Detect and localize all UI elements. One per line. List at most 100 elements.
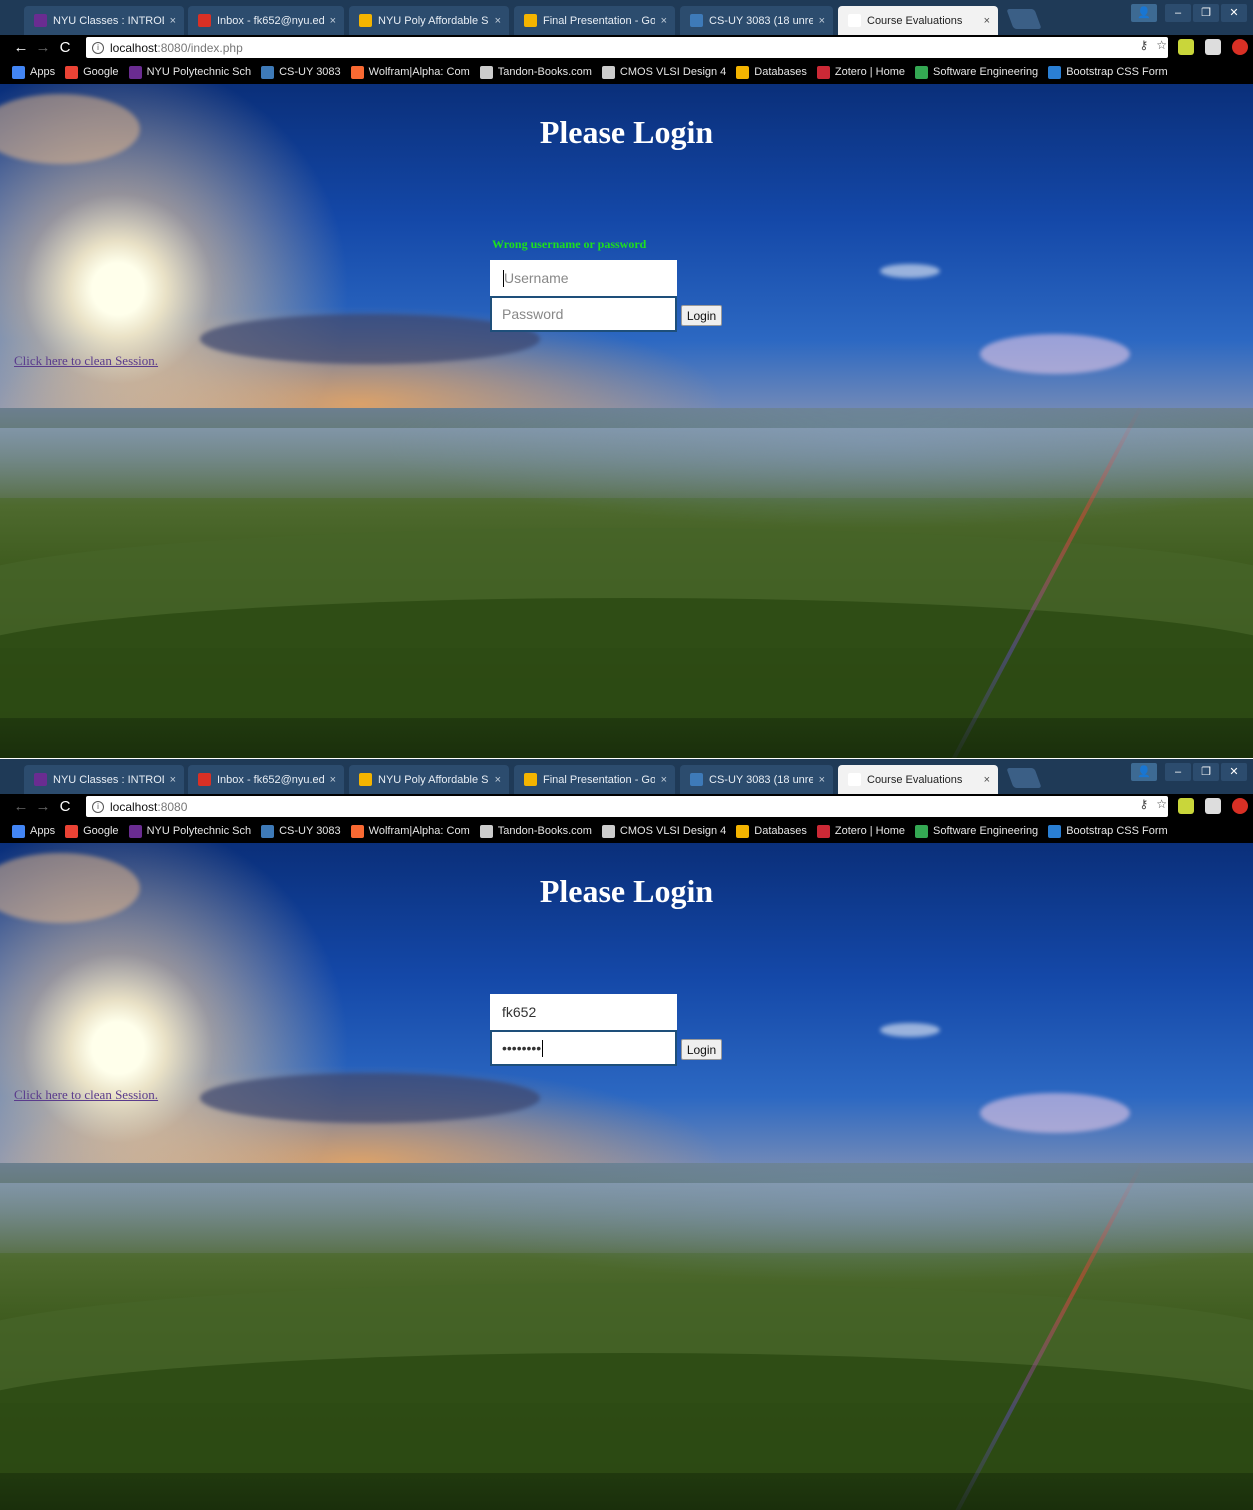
extension-icon[interactable] (1232, 798, 1248, 814)
info-icon[interactable]: i (92, 41, 104, 54)
bookmark-item[interactable]: CMOS VLSI Design 4 (601, 65, 726, 79)
key-icon[interactable]: ⚷ (1139, 38, 1148, 52)
browser-tab[interactable]: NYU Classes : INTRODUC × (24, 6, 184, 35)
restore-button[interactable]: ❐ (1193, 4, 1219, 22)
tab-close-icon[interactable]: × (984, 774, 990, 786)
browser-tab[interactable]: Inbox - fk652@nyu.edu × (188, 765, 344, 794)
extension-icon[interactable] (1178, 798, 1194, 814)
bookmark-item[interactable]: Google (65, 65, 119, 79)
new-tab-button[interactable] (1006, 768, 1042, 788)
drive-icon (359, 773, 372, 786)
browser-tab[interactable]: Final Presentation - Goo × (514, 765, 675, 794)
bookmark-item[interactable]: Databases (736, 824, 807, 838)
extension-icon[interactable] (1205, 798, 1221, 814)
bookmark-item[interactable]: Tandon-Books.com (479, 824, 592, 838)
star-icon[interactable]: ☆ (1156, 797, 1167, 811)
browser-tab[interactable]: NYU Poly Affordable Sus × (349, 765, 509, 794)
browser-tab[interactable]: Course Evaluations × (838, 765, 998, 794)
browser-tab[interactable]: NYU Classes : INTRODUC × (24, 765, 184, 794)
bookmark-item[interactable]: CMOS VLSI Design 4 (601, 824, 726, 838)
bookmark-label: Databases (754, 66, 807, 78)
minimize-button[interactable]: – (1165, 763, 1191, 781)
bookmark-item[interactable]: Bootstrap CSS Form (1048, 65, 1168, 79)
bookmark-item[interactable]: Tandon-Books.com (479, 65, 592, 79)
bookmark-item[interactable]: Apps (12, 65, 55, 79)
bookmark-item[interactable]: Google (65, 824, 119, 838)
page-icon (848, 773, 861, 786)
username-field[interactable]: fk652 (490, 994, 677, 1030)
extension-icon[interactable] (1178, 39, 1194, 55)
new-tab-button[interactable] (1006, 9, 1042, 29)
browser-tab[interactable]: CS-UY 3083 (18 unread) × (680, 765, 833, 794)
tab-close-icon[interactable]: × (661, 15, 667, 27)
clean-session-link[interactable]: Click here to clean Session. (14, 1087, 158, 1103)
bookmark-item[interactable]: CS-UY 3083 (261, 824, 341, 838)
bookmark-label: Wolfram|Alpha: Com (368, 66, 470, 78)
url-path: :8080/index.php (157, 40, 243, 55)
bookmark-label: NYU Polytechnic Sch (146, 66, 252, 78)
bookmark-item[interactable]: NYU Polytechnic Sch (128, 824, 251, 838)
back-icon[interactable]: ← (10, 39, 32, 56)
extension-icon[interactable] (1205, 39, 1221, 55)
browser-tab[interactable]: Course Evaluations × (838, 6, 998, 35)
tab-close-icon[interactable]: × (984, 15, 990, 27)
error-message: Wrong username or password (492, 237, 647, 251)
tab-title: Course Evaluations (867, 14, 963, 27)
tab-close-icon[interactable]: × (819, 15, 825, 27)
close-window-button[interactable]: ✕ (1221, 763, 1247, 781)
tab-close-icon[interactable]: × (819, 774, 825, 786)
password-field[interactable]: Password (490, 296, 677, 332)
extension-icon[interactable] (1232, 39, 1248, 55)
tab-close-icon[interactable]: × (330, 15, 336, 27)
reload-icon[interactable]: C (54, 798, 76, 815)
wolfram-icon (350, 824, 364, 838)
bookmark-item[interactable]: Databases (736, 65, 807, 79)
reload-icon[interactable]: C (54, 39, 76, 56)
gmail-icon (198, 773, 211, 786)
profile-icon[interactable]: 👤 (1131, 763, 1157, 781)
tab-close-icon[interactable]: × (170, 774, 176, 786)
info-icon[interactable]: i (92, 800, 104, 813)
tab-close-icon[interactable]: × (330, 774, 336, 786)
star-icon[interactable]: ☆ (1156, 38, 1167, 52)
bookmark-item[interactable]: Software Engineering (915, 824, 1038, 838)
tab-close-icon[interactable]: × (170, 15, 176, 27)
tab-close-icon[interactable]: × (661, 774, 667, 786)
bookmark-item[interactable]: Software Engineering (915, 65, 1038, 79)
forward-icon[interactable]: → (32, 798, 54, 815)
browser-toolbar: ← → C i localhost:8080/index.php ⚷ ☆ (0, 35, 1253, 60)
tab-close-icon[interactable]: × (495, 774, 501, 786)
key-icon[interactable]: ⚷ (1139, 797, 1148, 811)
bookmark-item[interactable]: Bootstrap CSS Form (1048, 824, 1168, 838)
bookmark-label: Bootstrap CSS Form (1066, 66, 1168, 78)
bookmark-item[interactable]: Wolfram|Alpha: Com (350, 824, 470, 838)
clean-session-link[interactable]: Click here to clean Session. (14, 353, 158, 369)
username-field[interactable]: Username (490, 260, 677, 296)
tab-close-icon[interactable]: × (495, 15, 501, 27)
play-icon (915, 824, 928, 838)
profile-icon[interactable]: 👤 (1131, 4, 1157, 22)
bookmark-item[interactable]: Zotero | Home (816, 65, 905, 79)
restore-button[interactable]: ❐ (1193, 763, 1219, 781)
bookmark-item[interactable]: Zotero | Home (816, 824, 905, 838)
minimize-button[interactable]: – (1165, 4, 1191, 22)
bookmark-item[interactable]: Apps (12, 824, 55, 838)
browser-tab[interactable]: CS-UY 3083 (18 unread) × (680, 6, 833, 35)
login-button[interactable]: Login (681, 305, 722, 326)
browser-tab[interactable]: NYU Poly Affordable Sus × (349, 6, 509, 35)
back-icon[interactable]: ← (10, 798, 32, 815)
browser-tab[interactable]: Inbox - fk652@nyu.edu × (188, 6, 344, 35)
password-field[interactable]: •••••••• (490, 1030, 677, 1066)
tab-strip: NYU Classes : INTRODUC×Inbox - fk652@nyu… (0, 0, 1253, 35)
browser-tab[interactable]: Final Presentation - Goo × (514, 6, 675, 35)
bookmark-item[interactable]: NYU Polytechnic Sch (128, 65, 252, 79)
google-icon (65, 65, 79, 79)
bookmark-item[interactable]: Wolfram|Alpha: Com (350, 65, 470, 79)
forward-icon[interactable]: → (32, 39, 54, 56)
close-window-button[interactable]: ✕ (1221, 4, 1247, 22)
login-button[interactable]: Login (681, 1039, 722, 1060)
bookmark-label: CS-UY 3083 (279, 66, 341, 78)
address-bar[interactable]: i localhost:8080/index.php (86, 37, 1168, 58)
address-bar[interactable]: i localhost:8080 (86, 796, 1168, 817)
bookmark-item[interactable]: CS-UY 3083 (261, 65, 341, 79)
